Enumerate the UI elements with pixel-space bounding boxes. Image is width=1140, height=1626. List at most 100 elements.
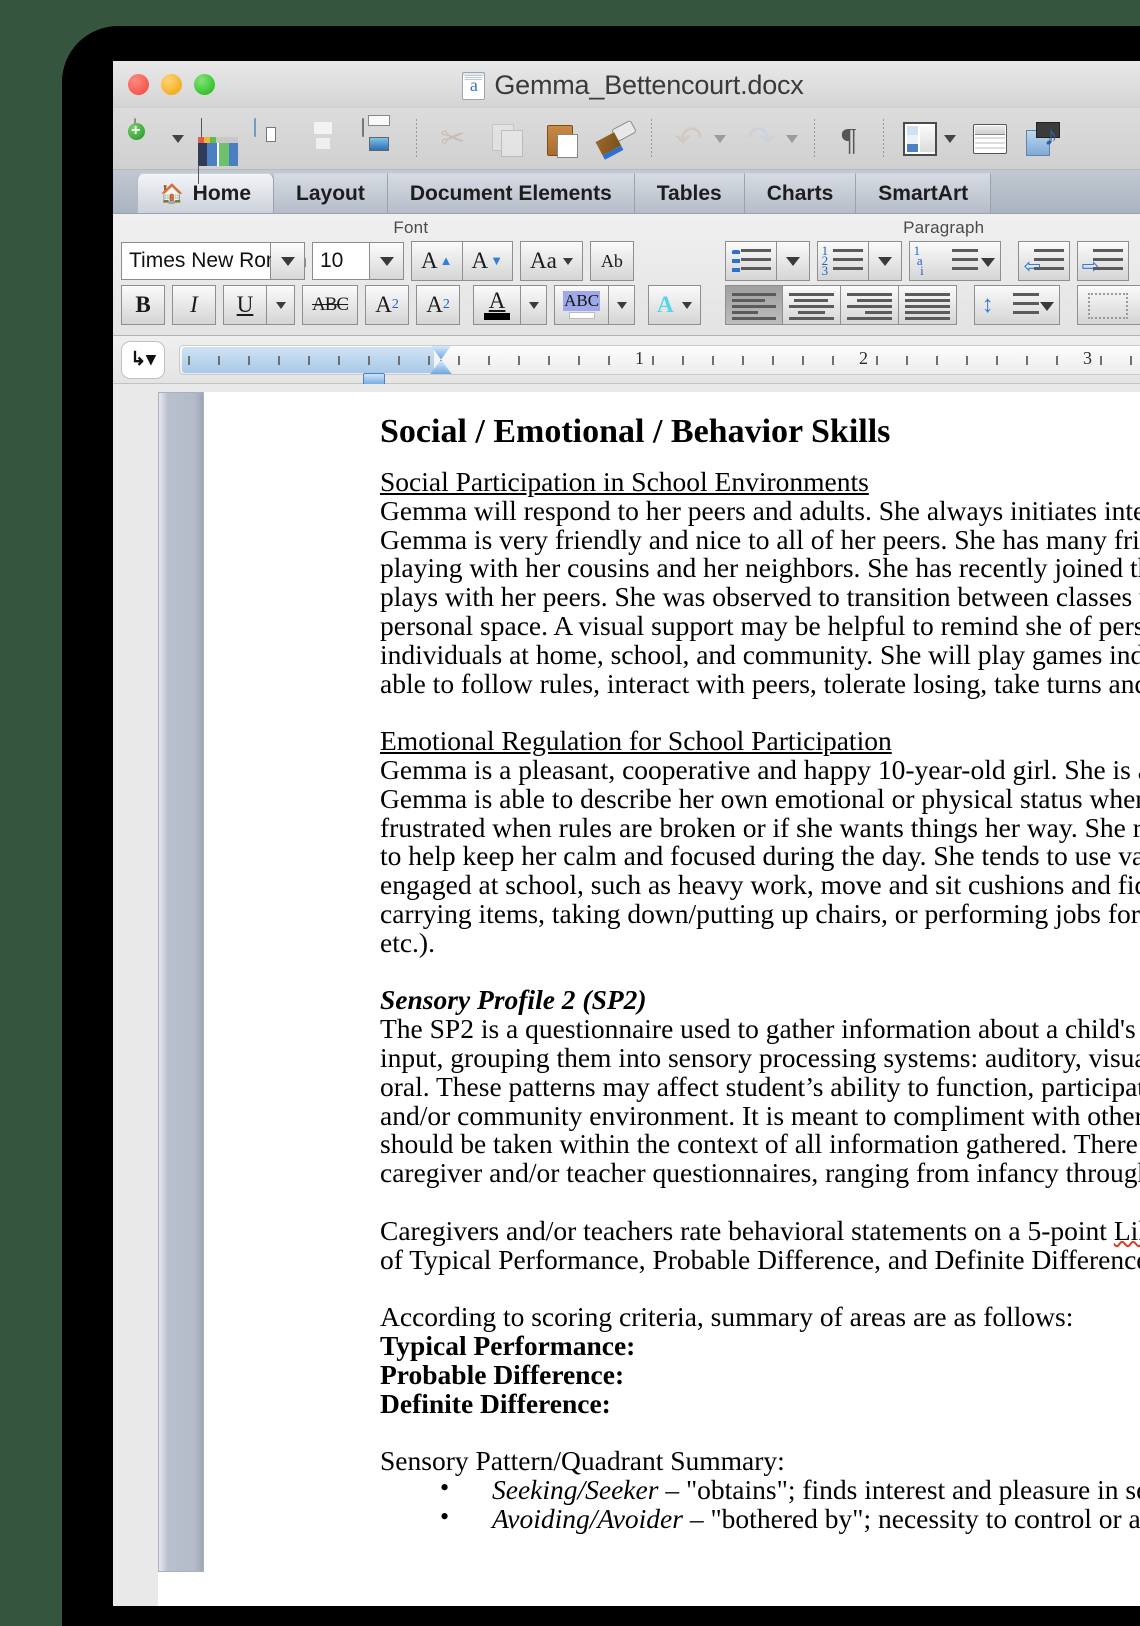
copy-button[interactable] bbox=[480, 116, 534, 162]
line-spacing-button[interactable]: ↕ bbox=[974, 285, 1060, 325]
document-text-body[interactable]: Social / Emotional / Behavior Skills Soc… bbox=[380, 412, 1140, 1533]
new-document-button[interactable] bbox=[121, 116, 191, 162]
numbered-list-icon: 123 bbox=[822, 246, 829, 276]
underline-dropdown[interactable] bbox=[267, 285, 295, 325]
font-name-dropdown[interactable] bbox=[271, 242, 305, 280]
shrink-font-button[interactable]: A ▼ bbox=[463, 241, 514, 281]
paragraph-group-title: Paragraph bbox=[717, 214, 1140, 241]
cut-button[interactable]: ✂ bbox=[426, 116, 480, 162]
chevron-down-icon bbox=[380, 257, 394, 266]
italic-button[interactable]: I bbox=[172, 285, 216, 325]
tab-document-elements[interactable]: Document Elements bbox=[388, 173, 635, 213]
undo-button[interactable]: ↶ bbox=[661, 116, 733, 162]
highlight-button[interactable]: ABC bbox=[554, 285, 609, 325]
redo-button[interactable]: ↷ bbox=[733, 116, 805, 162]
undo-arrow-icon: ↶ bbox=[671, 122, 707, 156]
bulleted-list-icon bbox=[732, 250, 740, 274]
text-effects-button[interactable]: A bbox=[648, 285, 701, 325]
chevron-down-icon bbox=[281, 257, 295, 266]
tab-smartart-label: SmartArt bbox=[878, 182, 968, 206]
document-gallery-button[interactable] bbox=[191, 116, 245, 162]
chevron-down-icon[interactable] bbox=[981, 258, 995, 267]
tab-home[interactable]: 🏠 Home bbox=[137, 173, 274, 213]
numbered-list-dropdown[interactable] bbox=[869, 241, 902, 281]
font-size-input[interactable]: 10 bbox=[312, 242, 370, 280]
triangle-down-icon: ▼ bbox=[490, 253, 503, 269]
strikethrough-button[interactable]: ABC bbox=[302, 285, 358, 325]
toolbar-divider bbox=[416, 119, 417, 159]
justify-button[interactable] bbox=[899, 285, 957, 325]
font-color-button[interactable]: A bbox=[473, 285, 521, 325]
underline-button[interactable]: U bbox=[223, 285, 267, 325]
chevron-down-icon[interactable] bbox=[682, 302, 692, 309]
format-painter-button[interactable] bbox=[588, 116, 642, 162]
chevron-down-icon[interactable] bbox=[1040, 302, 1054, 311]
tab-home-label: Home bbox=[193, 182, 251, 206]
increase-indent-button[interactable]: ⇨ bbox=[1077, 241, 1129, 281]
bold-button[interactable]: B bbox=[121, 285, 165, 325]
underline-group: U bbox=[223, 285, 295, 325]
chevron-down-icon[interactable] bbox=[563, 258, 573, 265]
align-center-button[interactable] bbox=[783, 285, 841, 325]
subscript-label: A bbox=[426, 292, 443, 318]
tab-smartart[interactable]: SmartArt bbox=[856, 173, 991, 213]
body-line: The SP2 is a questionnaire used to gathe… bbox=[380, 1015, 1140, 1044]
body-line: to help keep her calm and focused during… bbox=[380, 842, 1140, 871]
font-size-dropdown[interactable] bbox=[370, 242, 404, 280]
document-canvas[interactable]: Social / Emotional / Behavior Skills Soc… bbox=[113, 384, 1140, 1606]
print-button[interactable] bbox=[353, 116, 407, 162]
chevron-down-icon[interactable] bbox=[172, 135, 184, 143]
align-right-button[interactable] bbox=[841, 285, 899, 325]
sidebar-pane-button[interactable] bbox=[893, 116, 963, 162]
font-name-combo[interactable]: Times New Roman bbox=[121, 242, 305, 280]
paste-button[interactable] bbox=[534, 116, 588, 162]
font-name-input[interactable]: Times New Roman bbox=[121, 242, 271, 280]
bulleted-list-dropdown[interactable] bbox=[777, 241, 810, 281]
chevron-down-icon[interactable] bbox=[714, 135, 726, 143]
multilevel-list-button[interactable]: 1 a i bbox=[909, 241, 1001, 281]
borders-icon bbox=[1088, 293, 1128, 319]
tab-tables[interactable]: Tables bbox=[635, 173, 745, 213]
clear-formatting-button[interactable]: Ab bbox=[590, 241, 634, 281]
subscript-index: 2 bbox=[443, 297, 450, 313]
align-left-button[interactable] bbox=[725, 285, 783, 325]
toolbox-button[interactable] bbox=[963, 116, 1017, 162]
body-line: etc.). bbox=[380, 929, 1140, 958]
bulleted-list-button[interactable] bbox=[725, 241, 777, 281]
change-case-button[interactable]: Aa bbox=[520, 241, 583, 281]
highlight-dropdown[interactable] bbox=[609, 285, 635, 325]
toolbox-icon bbox=[973, 124, 1007, 154]
paragraph-spacer bbox=[380, 1418, 1140, 1447]
chevron-down-icon[interactable] bbox=[786, 135, 798, 143]
superscript-button[interactable]: A2 bbox=[365, 285, 409, 325]
scoring-item-definite: Definite Difference: bbox=[380, 1390, 1140, 1419]
ruler-number-1: 1 bbox=[635, 348, 644, 369]
ruler-number-3: 3 bbox=[1083, 348, 1092, 369]
grow-font-button[interactable]: A ▲ bbox=[411, 241, 463, 281]
word-application-window: a Gemma_Bettencourt.docx ✂ bbox=[113, 61, 1140, 1606]
alignment-group bbox=[725, 285, 957, 325]
font-size-combo[interactable]: 10 bbox=[312, 242, 404, 280]
paragraph-spacer bbox=[380, 958, 1140, 987]
subscript-button[interactable]: A2 bbox=[416, 285, 460, 325]
save-button[interactable] bbox=[299, 116, 353, 162]
media-browser-button[interactable] bbox=[1017, 116, 1071, 162]
printer-icon bbox=[360, 119, 400, 159]
font-color-dropdown[interactable] bbox=[521, 285, 547, 325]
numbered-list-button[interactable]: 123 bbox=[817, 241, 869, 281]
tab-charts[interactable]: Charts bbox=[745, 173, 857, 213]
open-button[interactable] bbox=[245, 116, 299, 162]
chevron-down-icon bbox=[786, 257, 800, 266]
misspelled-word[interactable]: Likert bbox=[1114, 1215, 1140, 1246]
chevron-down-icon[interactable] bbox=[944, 135, 956, 143]
borders-button[interactable] bbox=[1077, 285, 1140, 325]
tab-layout[interactable]: Layout bbox=[274, 173, 388, 213]
text-effects-label: A bbox=[657, 292, 674, 318]
horizontal-ruler[interactable]: 1 2 3 4 bbox=[179, 345, 1140, 375]
toolbar-divider bbox=[883, 119, 884, 159]
show-formatting-marks-button[interactable]: ¶ bbox=[824, 116, 874, 162]
tab-stop-selector[interactable]: ↳▾ bbox=[121, 341, 165, 379]
layout-pane-icon bbox=[903, 122, 937, 156]
decrease-indent-button[interactable]: ⇦ bbox=[1018, 241, 1070, 281]
body-line: and/or community environment. It is mean… bbox=[380, 1102, 1140, 1131]
